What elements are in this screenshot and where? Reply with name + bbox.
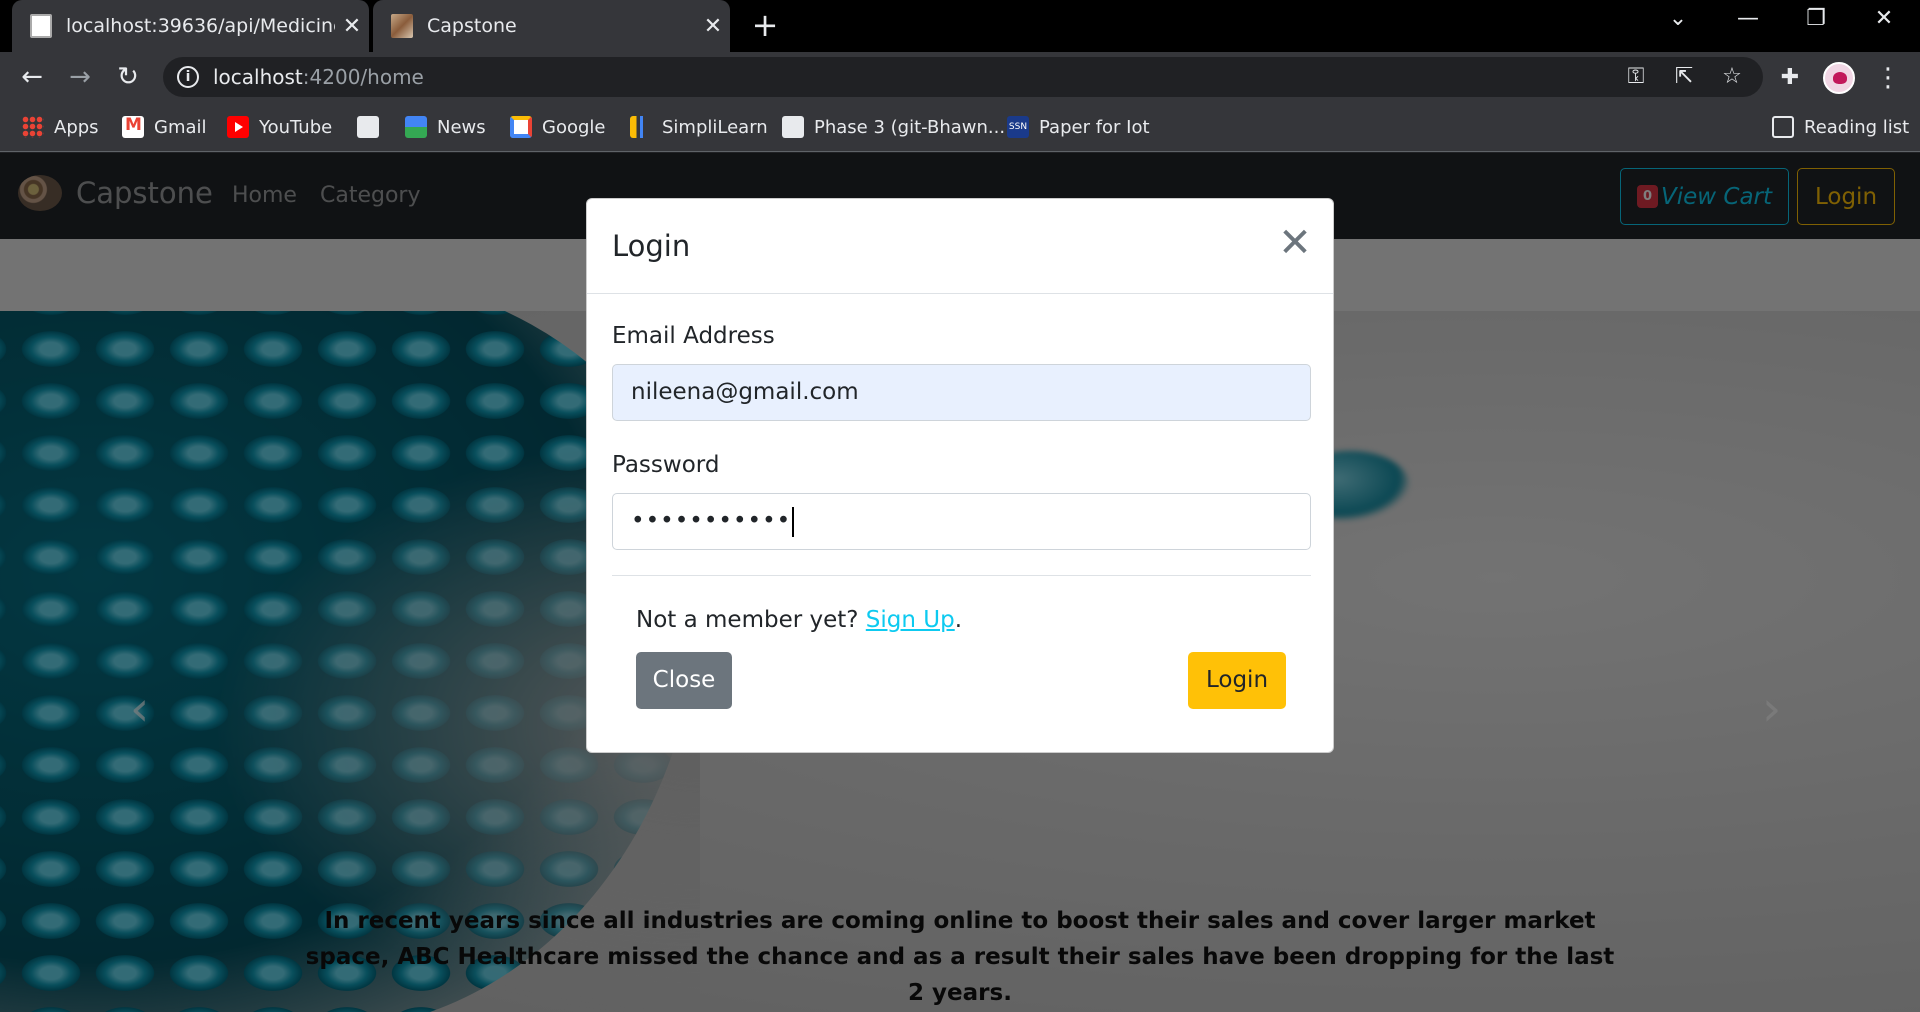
text-caret xyxy=(792,506,795,537)
apps-icon xyxy=(22,116,44,138)
url-text: localhost:4200/home xyxy=(213,65,424,89)
bookmark-globe[interactable] xyxy=(357,114,389,140)
password-field[interactable]: ••••••••••• xyxy=(612,493,1311,550)
capstone-favicon-icon xyxy=(391,14,413,38)
window-close-icon[interactable]: ✕ xyxy=(1862,6,1906,40)
password-label: Password xyxy=(612,452,720,478)
google-icon xyxy=(510,116,532,138)
close-icon[interactable]: ✕ xyxy=(1277,223,1313,263)
bookmark-paper-for-iot[interactable]: SSN Paper for Iot xyxy=(1007,114,1150,140)
reload-icon[interactable]: ↻ xyxy=(109,58,147,96)
gmail-icon xyxy=(122,115,144,138)
modal-header: Login ✕ xyxy=(587,199,1333,294)
globe-icon xyxy=(357,116,379,138)
ssn-icon: SSN xyxy=(1007,116,1029,138)
bookmark-simplilearn[interactable]: SimpliLearn xyxy=(630,114,768,140)
youtube-icon xyxy=(227,116,249,138)
github-icon xyxy=(782,116,804,138)
simplilearn-icon xyxy=(630,116,652,138)
site-info-icon[interactable]: i xyxy=(177,66,199,88)
email-field[interactable]: nileena@gmail.com xyxy=(612,364,1311,421)
bookmark-phase3[interactable]: Phase 3 (git-Bhawn... xyxy=(782,114,1005,140)
modal-title: Login xyxy=(612,229,691,263)
password-mask: ••••••••••• xyxy=(631,508,792,534)
divider xyxy=(612,575,1311,576)
page-icon xyxy=(30,14,52,38)
member-prompt: Not a member yet? Sign Up. xyxy=(636,607,963,633)
news-icon xyxy=(405,116,427,138)
close-button[interactable]: Close xyxy=(636,652,732,709)
reading-list-icon xyxy=(1772,116,1794,138)
extensions-icon[interactable]: ✚ xyxy=(1776,64,1804,92)
page-viewport: Capstone Home Category 0 View Cart Login… xyxy=(0,153,1920,1012)
sign-up-link[interactable]: Sign Up xyxy=(866,607,955,633)
bookmark-apps[interactable]: Apps xyxy=(22,114,99,140)
back-icon[interactable]: ← xyxy=(13,58,51,96)
tab-title: Capstone xyxy=(427,15,517,37)
forward-icon[interactable]: → xyxy=(61,58,99,96)
login-button[interactable]: Login xyxy=(1188,652,1286,709)
key-icon[interactable]: ⚿ xyxy=(1623,64,1649,90)
browser-toolbar: ← → ↻ i localhost:4200/home ⚿ ⇱ ☆ ✚ ⋮ xyxy=(0,52,1920,102)
address-bar[interactable]: i localhost:4200/home ⚿ ⇱ ☆ xyxy=(163,57,1763,97)
tab-strip: localhost:39636/api/MedicineCat ✕ Capsto… xyxy=(0,0,1920,52)
new-tab-icon[interactable]: + xyxy=(748,8,782,42)
tab-close-icon[interactable]: ✕ xyxy=(696,14,730,39)
email-label: Email Address xyxy=(612,323,775,349)
tab-capstone[interactable]: Capstone ✕ xyxy=(373,0,730,52)
tab-medicine-api[interactable]: localhost:39636/api/MedicineCat ✕ xyxy=(12,0,369,52)
bookmark-youtube[interactable]: YouTube xyxy=(227,114,332,140)
login-modal: Login ✕ Email Address nileena@gmail.com … xyxy=(586,198,1334,753)
tab-title: localhost:39636/api/MedicineCat xyxy=(66,15,335,37)
bookmark-star-icon[interactable]: ☆ xyxy=(1719,64,1745,90)
profile-avatar[interactable] xyxy=(1823,62,1855,94)
menu-icon[interactable]: ⋮ xyxy=(1875,62,1901,94)
restore-icon[interactable]: ❐ xyxy=(1794,6,1838,40)
open-external-icon[interactable]: ⇱ xyxy=(1671,64,1697,90)
reading-list[interactable]: Reading list xyxy=(1772,114,1909,140)
bookmarks-bar: Apps Gmail YouTube News Google SimpliLea… xyxy=(0,102,1920,152)
minimize-icon[interactable]: — xyxy=(1726,6,1770,40)
bookmark-google[interactable]: Google xyxy=(510,114,605,140)
bookmark-gmail[interactable]: Gmail xyxy=(122,114,207,140)
tab-close-icon[interactable]: ✕ xyxy=(335,14,369,39)
bookmark-news[interactable]: News xyxy=(405,114,486,140)
tab-search-icon[interactable]: ⌄ xyxy=(1656,6,1700,40)
